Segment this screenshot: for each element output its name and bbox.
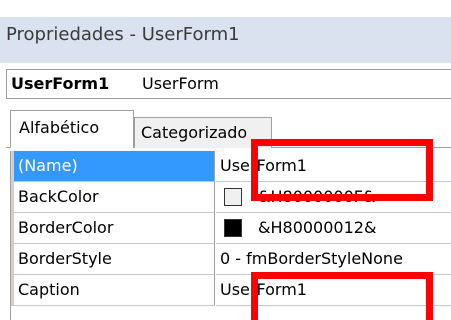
highlight-box-caption [251,272,433,320]
highlight-box-name [251,139,433,201]
tab-categorized-label: Categorizado [141,123,248,142]
property-name: BackColor [11,182,215,213]
color-swatch [224,188,242,206]
property-name: BorderStyle [11,244,215,275]
property-name: BorderColor [11,213,215,244]
property-value[interactable]: 0 - fmBorderStyleNone [216,244,451,275]
window-title: Propriedades - UserForm1 [6,24,240,45]
tab-alphabetic-label: Alfabético [19,118,100,137]
property-value-text: 0 - fmBorderStyleNone [220,249,403,268]
property-value[interactable]: &H80000012& [216,213,451,244]
property-row-bordercolor[interactable]: BorderColor &H80000012& [11,213,451,244]
property-row-borderstyle[interactable]: BorderStyle 0 - fmBorderStyleNone [11,244,451,275]
object-selector-dropdown[interactable]: UserForm1 UserForm [6,69,451,99]
color-swatch [224,219,242,237]
object-name: UserForm1 [11,74,110,93]
property-value-text: &H80000012& [258,218,377,237]
title-bar: Propriedades - UserForm1 [0,17,451,63]
object-type: UserForm [142,74,219,93]
property-name: Caption [11,275,215,306]
property-name: (Name) [11,151,215,182]
tab-alphabetic[interactable]: Alfabético [10,110,134,148]
